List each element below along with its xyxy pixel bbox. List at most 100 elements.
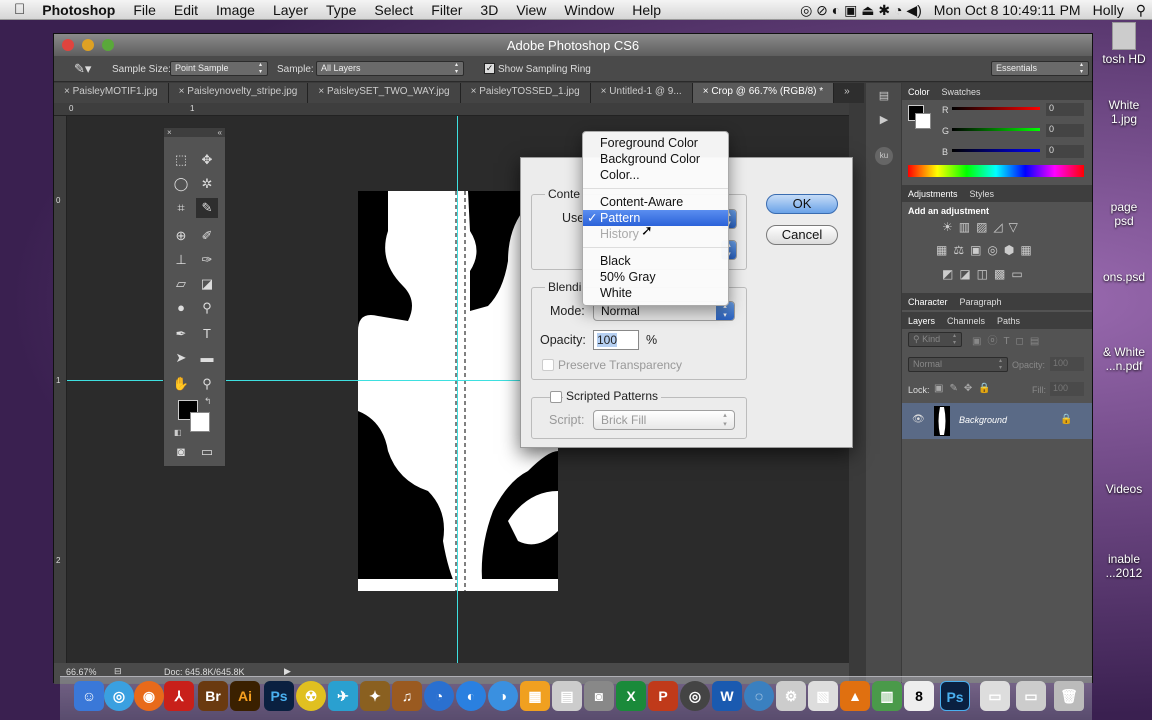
tab-character[interactable]: Character	[902, 297, 954, 307]
status-icons[interactable]: ◎ ⊘ ◐ ▣ ⏏ ✱ ◔ ◀)	[794, 2, 928, 19]
workspace-select[interactable]: Essentials	[991, 61, 1089, 76]
background-color-swatch[interactable]	[190, 412, 210, 432]
eyedropper-tool-icon[interactable]: ✎	[196, 198, 218, 218]
layer-kind-filter[interactable]: ⚲ Kind	[908, 332, 962, 347]
pen-tool-icon[interactable]: ✒	[170, 324, 192, 344]
show-sampling-ring-checkbox[interactable]: ✓	[484, 63, 495, 74]
scripted-patterns-checkbox[interactable]	[550, 391, 562, 403]
app-icon-1[interactable]: ☢	[296, 681, 326, 711]
menu-item-color[interactable]: Color...	[583, 167, 728, 183]
finder-icon[interactable]: ☺	[74, 681, 104, 711]
b-value[interactable]: 0	[1046, 145, 1084, 158]
adjustment-icons-row-1[interactable]: ☀▥▨◿▽	[942, 220, 1082, 234]
desktop-icon-page-psd[interactable]: page psd	[1094, 200, 1152, 228]
kuler-panel-icon[interactable]: ku	[875, 147, 893, 165]
tab-adjustments[interactable]: Adjustments	[902, 189, 964, 199]
desktop-icon-white-jpg[interactable]: White 1.jpg	[1094, 98, 1152, 126]
apple-icon[interactable]: 	[0, 1, 33, 18]
preserve-transparency-checkbox[interactable]	[542, 359, 554, 371]
history-brush-tool-icon[interactable]: ✑	[196, 250, 218, 270]
blue-slider[interactable]	[952, 149, 1040, 152]
eraser-tool-icon[interactable]: ▱	[170, 274, 192, 294]
menu-edit[interactable]: Edit	[165, 2, 207, 18]
layer-opacity-field[interactable]: 100	[1050, 357, 1084, 371]
menu-help[interactable]: Help	[623, 2, 670, 18]
menu-item-50-gray[interactable]: 50% Gray	[583, 269, 728, 285]
menu-item-black[interactable]: Black	[583, 253, 728, 269]
opacity-input[interactable]: 100	[593, 330, 639, 350]
tabs-overflow-icon[interactable]: »	[834, 83, 860, 103]
green-slider[interactable]	[952, 128, 1040, 131]
desktop-icon-2012[interactable]: inable ...2012	[1094, 552, 1152, 580]
tab-layers[interactable]: Layers	[902, 316, 941, 326]
app-icon-13[interactable]: ▥	[872, 681, 902, 711]
quick-mask-icon[interactable]: ◙	[170, 442, 192, 462]
menu-item-foreground-color[interactable]: Foreground Color	[583, 135, 728, 151]
menu-layer[interactable]: Layer	[264, 2, 317, 18]
layer-filter-icons[interactable]: ▣ⓞT◻▤	[972, 332, 1045, 347]
acrobat-icon[interactable]: ⅄	[164, 681, 194, 711]
bridge-icon[interactable]: Br	[198, 681, 228, 711]
hand-tool-icon[interactable]: ✋	[170, 374, 192, 394]
tab-styles[interactable]: Styles	[964, 189, 1001, 199]
color-panel-bg-swatch[interactable]	[915, 113, 931, 129]
tab-swatches[interactable]: Swatches	[936, 87, 987, 97]
document-icon[interactable]: ▭	[980, 681, 1010, 711]
vertical-guide[interactable]	[457, 116, 458, 663]
minimize-window-button[interactable]	[82, 39, 94, 51]
eyedropper-icon[interactable]: ✎▾	[74, 61, 91, 77]
sample-size-select[interactable]: Point Sample	[170, 61, 268, 76]
vertical-ruler[interactable]: 0 1 2	[54, 116, 67, 663]
menu-app[interactable]: Photoshop	[33, 2, 124, 18]
tab-paths[interactable]: Paths	[991, 316, 1026, 326]
healing-tool-icon[interactable]: ⊕	[170, 226, 192, 246]
tab-paragraph[interactable]: Paragraph	[954, 297, 1008, 307]
safari-icon[interactable]: ◎	[104, 681, 134, 711]
fill-field[interactable]: 100	[1050, 382, 1084, 396]
tab-paisley-novelty[interactable]: × Paisleynovelty_stripe.jpg	[168, 83, 309, 103]
menu-item-pattern[interactable]: ✓ Pattern	[583, 210, 728, 226]
app-icon-7[interactable]: ▦	[520, 681, 550, 711]
app-icon-9[interactable]: ◎	[680, 681, 710, 711]
calendar-icon[interactable]: 8	[904, 681, 934, 711]
powerpoint-icon[interactable]: P	[648, 681, 678, 711]
actions-panel-icon[interactable]: ▶	[875, 113, 893, 129]
menu-3d[interactable]: 3D	[471, 2, 507, 18]
menu-select[interactable]: Select	[365, 2, 422, 18]
menu-view[interactable]: View	[507, 2, 555, 18]
stamp-tool-icon[interactable]: ⊥	[170, 250, 192, 270]
app-icon-6[interactable]: ◑	[488, 681, 518, 711]
menu-type[interactable]: Type	[317, 2, 365, 18]
clock[interactable]: Mon Oct 8 10:49:11 PM	[928, 2, 1087, 18]
horizontal-ruler[interactable]: 0 1	[54, 103, 849, 116]
app-icon-12[interactable]: ▧	[808, 681, 838, 711]
lasso-tool-icon[interactable]: ◯	[170, 174, 192, 194]
photoshop-running-icon[interactable]: Ps	[940, 681, 970, 711]
desktop-icon-ons-psd[interactable]: ons.psd	[1094, 270, 1152, 284]
firefox-icon[interactable]: ◉	[134, 681, 164, 711]
app-icon-8[interactable]: ▤	[552, 681, 582, 711]
shape-tool-icon[interactable]: ▬	[196, 348, 218, 368]
g-value[interactable]: 0	[1046, 124, 1084, 137]
gradient-tool-icon[interactable]: ◪	[196, 274, 218, 294]
tab-paisley-motif[interactable]: × PaisleyMOTIF1.jpg	[54, 83, 169, 103]
app-icon-4[interactable]: ◔	[424, 681, 454, 711]
sample-select[interactable]: All Layers	[316, 61, 464, 76]
tab-crop[interactable]: × Crop @ 66.7% (RGB/8) *	[692, 83, 835, 103]
tab-paisley-tossed[interactable]: × PaisleyTOSSED_1.jpg	[460, 83, 591, 103]
trash-icon[interactable]: 🗑	[1054, 681, 1084, 711]
photoshop-dock-icon[interactable]: Ps	[264, 681, 294, 711]
menu-item-content-aware[interactable]: Content-Aware	[583, 194, 728, 210]
color-spectrum-bar[interactable]	[908, 165, 1084, 177]
lock-icons[interactable]: ▣✎✥🔒	[934, 383, 997, 394]
swap-colors-icon[interactable]: ↰	[204, 396, 212, 407]
crop-tool-icon[interactable]: ⌗	[170, 198, 192, 218]
spotlight-icon[interactable]: ⚲	[1130, 2, 1152, 19]
menu-file[interactable]: File	[124, 2, 165, 18]
menu-image[interactable]: Image	[207, 2, 264, 18]
move-tool-icon[interactable]: ✥	[196, 150, 218, 170]
r-value[interactable]: 0	[1046, 103, 1084, 116]
camera-icon[interactable]: ◙	[584, 681, 614, 711]
menu-filter[interactable]: Filter	[422, 2, 471, 18]
app-icon-2[interactable]: ✈	[328, 681, 358, 711]
